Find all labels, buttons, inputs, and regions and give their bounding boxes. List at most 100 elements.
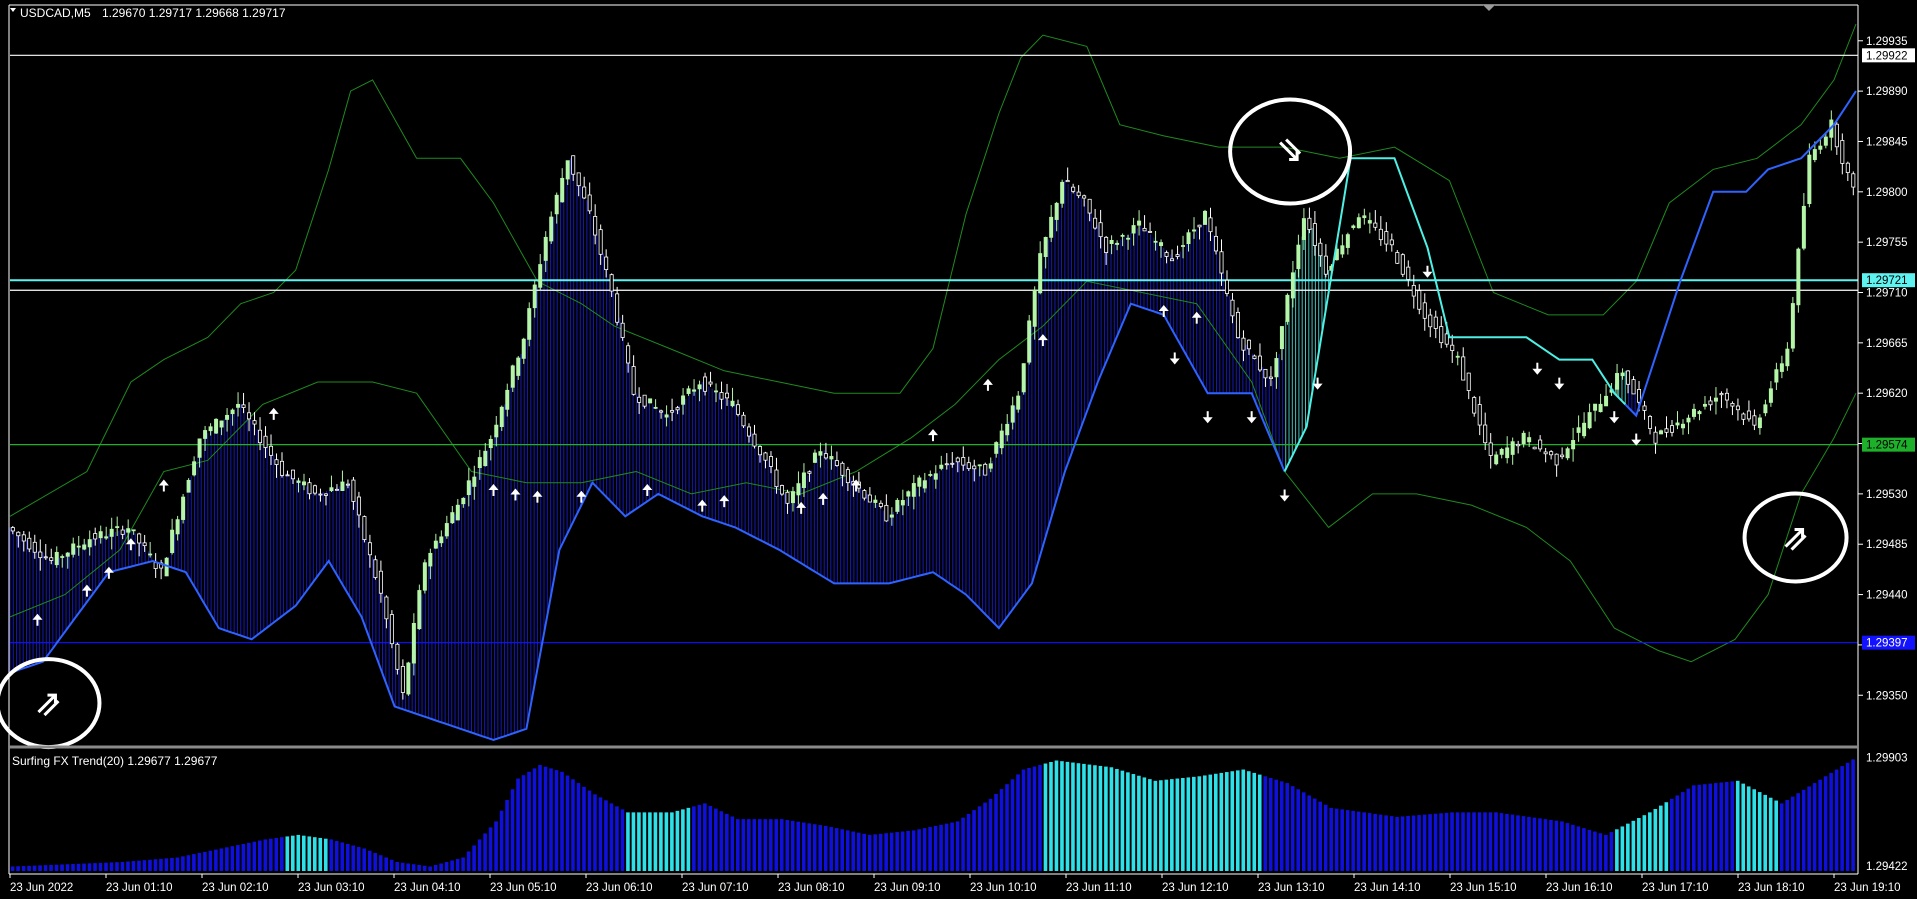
- histogram-bar: [1428, 814, 1432, 871]
- candle-body: [1230, 299, 1235, 317]
- histogram-bar: [873, 834, 877, 871]
- usdcad-chart[interactable]: 1.29935 1.29890 1.29845 1.29800 1.29755 1.297…: [0, 0, 1917, 899]
- candle-body: [1131, 225, 1136, 234]
- histogram-bar: [626, 812, 630, 871]
- candle-body: [1702, 403, 1707, 407]
- histogram-bar: [406, 863, 410, 871]
- candle-body: [1724, 392, 1729, 401]
- candle-body: [384, 596, 389, 620]
- candle-body: [1582, 422, 1587, 437]
- histogram-bar: [604, 800, 608, 871]
- candle-body: [1356, 217, 1361, 229]
- histogram-bar: [1494, 812, 1498, 871]
- candle-body: [653, 406, 658, 409]
- histogram-bar: [834, 828, 839, 871]
- candle-body: [659, 410, 664, 413]
- candle-body: [1159, 242, 1164, 247]
- candle-body: [203, 430, 208, 439]
- candle-body: [301, 481, 306, 486]
- candle-body: [961, 457, 966, 466]
- histogram-bar: [433, 864, 438, 871]
- histogram-bar: [1186, 777, 1191, 871]
- histogram-bar: [27, 865, 31, 871]
- histogram-bar: [263, 839, 268, 871]
- histogram-bar: [258, 840, 262, 871]
- histogram-bar: [472, 845, 476, 871]
- histogram-bar: [82, 863, 86, 871]
- candle-body: [494, 424, 499, 438]
- candle-body: [955, 457, 960, 463]
- histogram-bar: [1461, 812, 1465, 871]
- candle-body: [1752, 415, 1757, 426]
- candle-body: [197, 438, 202, 458]
- histogram-bar: [148, 859, 152, 871]
- histogram-bar: [1257, 774, 1262, 871]
- histogram-bar: [1505, 813, 1509, 871]
- histogram-bar: [1582, 828, 1586, 871]
- histogram-bar: [1620, 826, 1625, 871]
- candle: [389, 610, 394, 649]
- histogram-bar: [1400, 816, 1405, 871]
- candle-body: [1197, 224, 1202, 228]
- candle-body: [560, 177, 565, 203]
- candle-body: [1362, 215, 1367, 219]
- histogram-bar: [285, 836, 290, 871]
- candle-body: [681, 395, 686, 405]
- candle-body: [1049, 216, 1054, 238]
- candle-body: [966, 462, 971, 470]
- histogram-bar: [10, 866, 15, 871]
- histogram-bar: [203, 851, 207, 871]
- candle-body: [115, 526, 120, 529]
- candle-body: [1417, 290, 1422, 310]
- histogram-bar: [994, 793, 998, 871]
- candle-body: [1312, 223, 1317, 246]
- candle-body: [620, 322, 625, 338]
- candle-body: [1587, 412, 1592, 429]
- histogram-bar: [340, 842, 345, 871]
- candle-body: [1065, 180, 1070, 183]
- histogram-bar: [1142, 777, 1147, 871]
- histogram-bar: [87, 863, 92, 871]
- price-tick-label: 1.29485: [1866, 539, 1908, 551]
- candle-body: [807, 471, 812, 474]
- histogram-bar: [681, 809, 685, 871]
- histogram-bar: [181, 856, 185, 871]
- candle-body: [1098, 222, 1103, 238]
- histogram-bar: [483, 833, 487, 871]
- price-tick-label: 1.29890: [1866, 86, 1908, 98]
- histogram-bar: [642, 812, 647, 871]
- time-tick-label: 23 Jun 11:10: [1066, 882, 1132, 894]
- candle-body: [1560, 454, 1565, 458]
- candle-body: [1648, 416, 1653, 429]
- candle-body: [1318, 242, 1323, 257]
- histogram-bar: [631, 812, 636, 871]
- candle-body: [16, 531, 21, 537]
- candle-body: [1576, 427, 1581, 433]
- candle-body: [87, 539, 92, 548]
- time-tick-label: 23 Jun 06:10: [586, 882, 653, 894]
- candle-body: [417, 590, 422, 630]
- histogram-bar: [933, 825, 938, 871]
- candle-body: [280, 460, 285, 476]
- histogram-bar: [104, 862, 108, 871]
- candle-body: [312, 485, 317, 494]
- candle-body: [1807, 154, 1812, 205]
- time-tick-label: 23 Jun 18:10: [1738, 882, 1805, 894]
- candle-body: [1213, 235, 1218, 252]
- candle-body: [1598, 403, 1603, 413]
- histogram-bar: [1768, 797, 1773, 871]
- candle-body: [1604, 395, 1609, 407]
- candle-body: [170, 529, 175, 553]
- candle-body: [818, 451, 823, 456]
- histogram-bar: [565, 775, 570, 871]
- candle: [362, 515, 367, 543]
- candle-body: [977, 464, 982, 467]
- histogram-bar: [1170, 779, 1174, 871]
- histogram-bar: [76, 863, 81, 871]
- histogram-bar: [917, 829, 921, 871]
- histogram-bar: [142, 860, 147, 871]
- histogram-bar: [499, 810, 504, 871]
- histogram-bar: [1120, 770, 1125, 871]
- candle-body: [1719, 393, 1724, 396]
- histogram-bar: [356, 846, 361, 871]
